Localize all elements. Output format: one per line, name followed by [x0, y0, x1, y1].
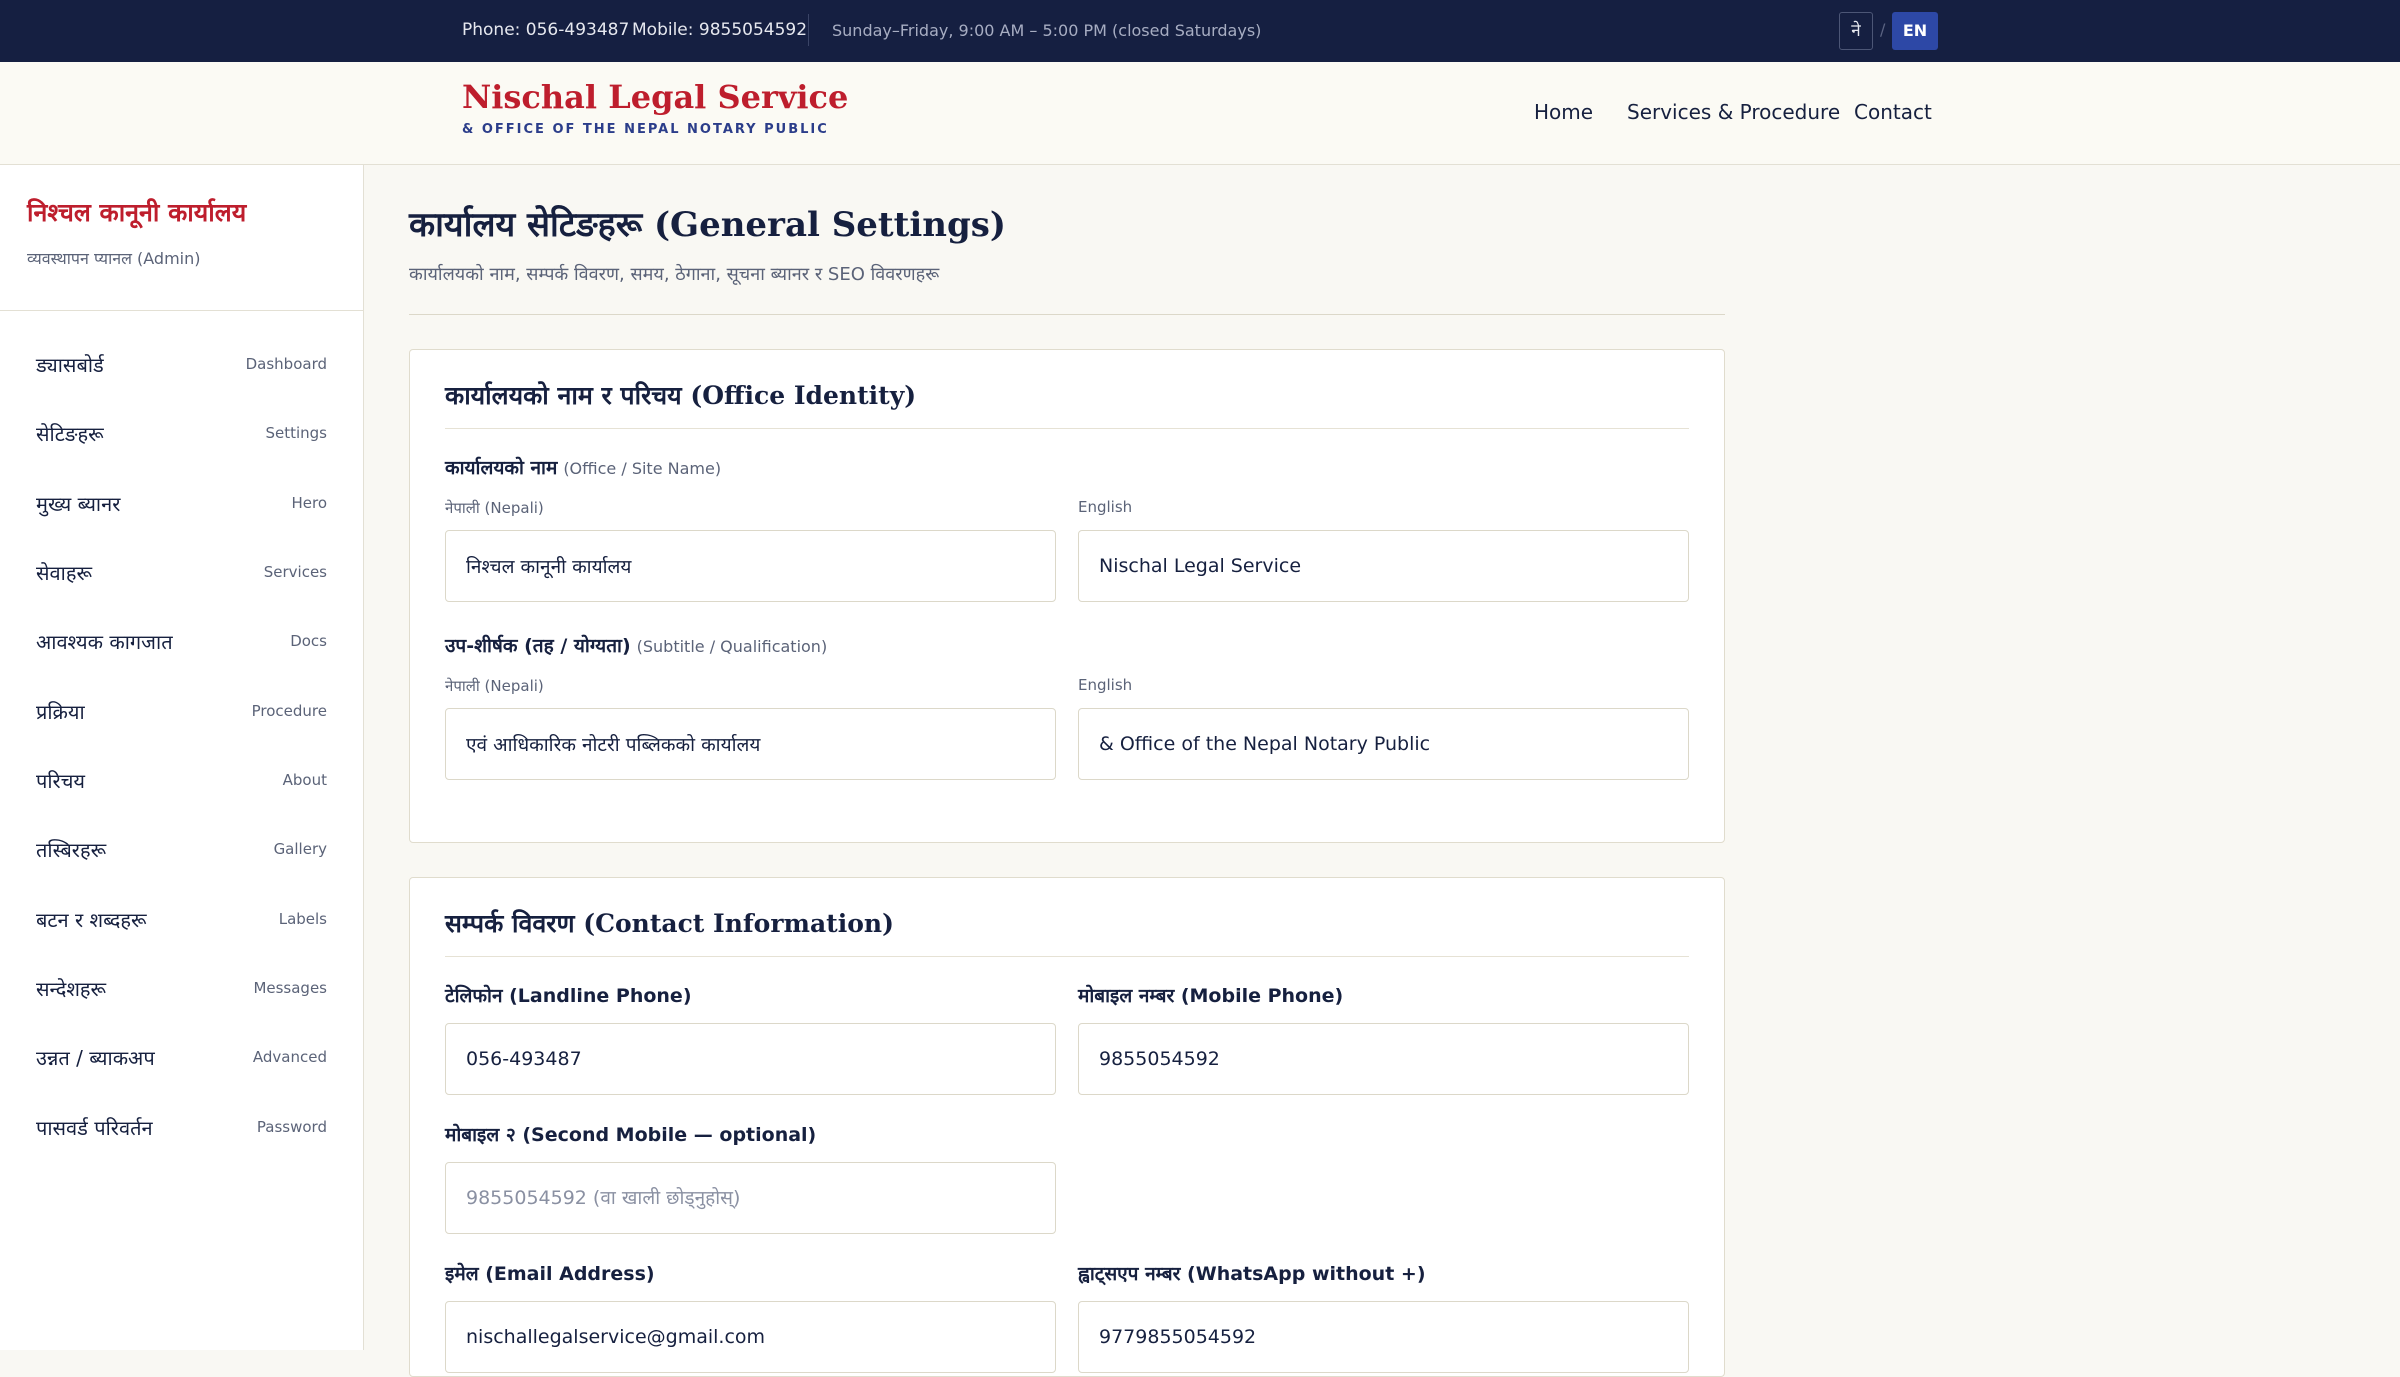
subtitle-label-text: उप-शीर्षक (तह / योग्यता)	[445, 635, 631, 657]
brand-title[interactable]: Nischal Legal Service	[462, 78, 848, 116]
nepali-label: नेपाली (Nepali)	[445, 499, 544, 517]
sidebar-item-label: ड्यासबोर्ड	[36, 353, 104, 377]
sidebar-item-dashboard[interactable]: ड्यासबोर्ड Dashboard	[0, 335, 363, 395]
sidebar-item-labels[interactable]: बटन र शब्दहरू Labels	[0, 890, 363, 950]
sidebar-item-advanced[interactable]: उन्नत / ब्याकअप Advanced	[0, 1028, 363, 1088]
sidebar-divider	[0, 310, 363, 311]
sidebar-item-sublabel: Gallery	[273, 840, 327, 858]
sidebar-item-password[interactable]: पासवर्ड परिवर्तन Password	[0, 1098, 363, 1158]
site-header: Nischal Legal Service & OFFICE OF THE NE…	[0, 62, 2400, 165]
admin-sidebar: निश्चल कानूनी कार्यालय व्यवस्थापन प्यानल…	[0, 165, 364, 1350]
landline-input[interactable]	[445, 1023, 1056, 1095]
sidebar-item-label: आवश्यक कागजात	[36, 630, 173, 654]
site-name-label-text: कार्यालयको नाम	[445, 457, 558, 479]
page-divider	[409, 314, 1725, 315]
mobile-input[interactable]	[1078, 1023, 1689, 1095]
sidebar-item-services[interactable]: सेवाहरू Services	[0, 543, 363, 603]
sidebar-item-sublabel: Password	[256, 1118, 327, 1136]
sidebar-item-sublabel: Labels	[278, 910, 327, 928]
sidebar-item-sublabel: Procedure	[251, 702, 327, 720]
card-title: सम्पर्क विवरण (Contact Information)	[445, 909, 894, 938]
sidebar-item-label: सेवाहरू	[36, 561, 92, 585]
sidebar-item-label: सेटिङहरू	[36, 422, 104, 446]
phone-text: Phone: 056-493487	[462, 20, 630, 40]
second-mobile-input[interactable]	[445, 1162, 1056, 1234]
site-name-hint: (Office / Site Name)	[563, 459, 722, 478]
sidebar-item-sublabel: Services	[263, 563, 327, 581]
email-input[interactable]	[445, 1301, 1056, 1373]
sidebar-item-sublabel: About	[282, 771, 327, 789]
sidebar-item-sublabel: Dashboard	[245, 355, 327, 373]
language-english-button[interactable]: EN	[1892, 12, 1938, 50]
card-divider	[445, 956, 1689, 957]
page-subtitle: कार्यालयको नाम, सम्पर्क विवरण, समय, ठेगा…	[409, 264, 940, 285]
landline-label: टेलिफोन (Landline Phone)	[445, 985, 692, 1007]
office-hours-text: Sunday–Friday, 9:00 AM – 5:00 PM (closed…	[832, 21, 1262, 40]
sidebar-item-label: मुख्य ब्यानर	[36, 492, 121, 516]
sidebar-item-about[interactable]: परिचय About	[0, 751, 363, 811]
subtitle-label: उप-शीर्षक (तह / योग्यता) (Subtitle / Qual…	[445, 632, 827, 658]
sidebar-item-label: तस्बिरहरू	[36, 838, 107, 862]
sidebar-item-label: परिचय	[36, 769, 86, 793]
subtitle-nepali-input[interactable]	[445, 708, 1056, 780]
subtitle-hint: (Subtitle / Qualification)	[636, 637, 828, 656]
sidebar-item-sublabel: Advanced	[252, 1048, 327, 1066]
sidebar-item-sublabel: Messages	[253, 979, 327, 997]
nav-services-procedure[interactable]: Services & Procedure	[1627, 100, 1840, 124]
mobile-label: मोबाइल नम्बर (Mobile Phone)	[1078, 985, 1344, 1007]
sidebar-subtitle: व्यवस्थापन प्यानल (Admin)	[27, 249, 201, 268]
sidebar-item-procedure[interactable]: प्रक्रिया Procedure	[0, 682, 363, 742]
sidebar-item-label: उन्नत / ब्याकअप	[36, 1046, 155, 1070]
sidebar-item-messages[interactable]: सन्देशहरू Messages	[0, 959, 363, 1019]
sidebar-item-hero[interactable]: मुख्य ब्यानर Hero	[0, 474, 363, 534]
card-divider	[445, 428, 1689, 429]
email-label: इमेल (Email Address)	[445, 1263, 655, 1285]
card-title: कार्यालयको नाम र परिचय (Office Identity)	[445, 381, 917, 410]
site-name-nepali-input[interactable]	[445, 530, 1056, 602]
language-nepali-button[interactable]: ने	[1839, 12, 1873, 50]
english-label: English	[1078, 498, 1133, 516]
office-identity-card: कार्यालयको नाम र परिचय (Office Identity)…	[409, 349, 1725, 843]
page-title: कार्यालय सेटिङहरू (General Settings)	[409, 205, 1006, 245]
sidebar-item-label: प्रक्रिया	[36, 700, 85, 724]
nav-contact[interactable]: Contact	[1854, 100, 1932, 124]
english-label: English	[1078, 676, 1133, 694]
sidebar-title: निश्चल कानूनी कार्यालय	[27, 198, 247, 227]
mobile-text: Mobile: 9855054592	[632, 20, 808, 40]
sidebar-item-sublabel: Hero	[291, 494, 327, 512]
sidebar-item-sublabel: Docs	[290, 632, 327, 650]
contact-information-card: सम्पर्क विवरण (Contact Information) टेलि…	[409, 877, 1725, 1377]
site-name-english-input[interactable]	[1078, 530, 1689, 602]
whatsapp-label: ह्वाट्सएप नम्बर (WhatsApp without +)	[1078, 1263, 1426, 1285]
nepali-label: नेपाली (Nepali)	[445, 677, 544, 695]
second-mobile-label: मोबाइल २ (Second Mobile — optional)	[445, 1124, 817, 1146]
sidebar-item-sublabel: Settings	[265, 424, 327, 442]
site-name-label: कार्यालयको नाम (Office / Site Name)	[445, 454, 721, 480]
nav-home[interactable]: Home	[1534, 100, 1593, 124]
sidebar-item-label: बटन र शब्दहरू	[36, 908, 147, 932]
whatsapp-input[interactable]	[1078, 1301, 1689, 1373]
brand-subtitle: & OFFICE OF THE NEPAL NOTARY PUBLIC	[462, 122, 829, 137]
sidebar-item-gallery[interactable]: तस्बिरहरू Gallery	[0, 820, 363, 880]
language-separator: /	[1880, 20, 1886, 39]
sidebar-item-docs[interactable]: आवश्यक कागजात Docs	[0, 612, 363, 672]
subtitle-english-input[interactable]	[1078, 708, 1689, 780]
sidebar-item-settings[interactable]: सेटिङहरू Settings	[0, 404, 363, 464]
top-info-bar: Phone: 056-493487 Mobile: 9855054592 Sun…	[0, 0, 2400, 62]
topbar-divider	[808, 14, 809, 46]
sidebar-item-label: पासवर्ड परिवर्तन	[36, 1116, 153, 1140]
sidebar-item-label: सन्देशहरू	[36, 977, 107, 1001]
